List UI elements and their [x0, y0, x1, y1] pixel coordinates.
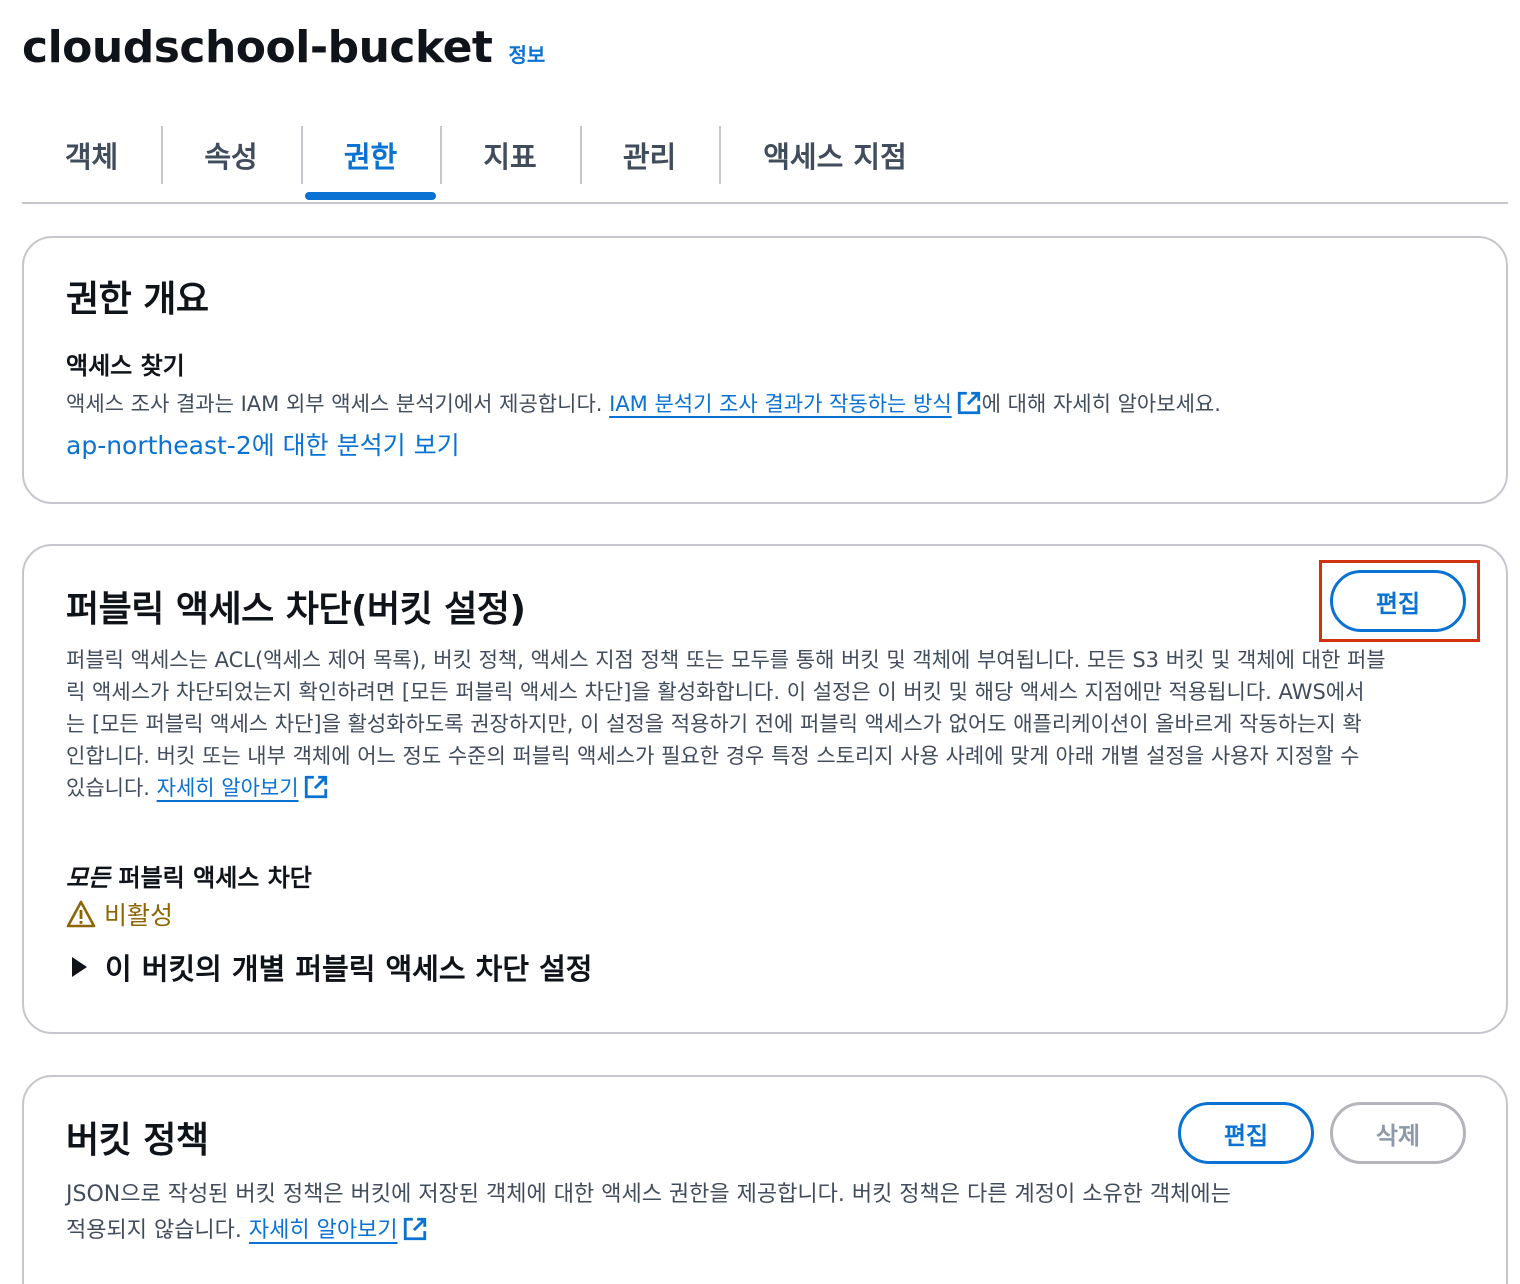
expander-label: 이 버킷의 개별 퍼블릭 액세스 차단 설정 — [105, 952, 593, 986]
caret-right-icon — [72, 957, 87, 977]
page-header: cloudschool-bucket 정보 — [22, 22, 545, 73]
find-access-text: 액세스 조사 결과는 IAM 외부 액세스 분석기에서 제공합니다. — [66, 392, 610, 416]
individual-settings-expander[interactable]: 이 버킷의 개별 퍼블릭 액세스 차단 설정 — [66, 946, 592, 988]
description-line-last: 적용되지 않습니다. 자세히 알아보기 — [66, 1213, 1231, 1249]
learn-more-link[interactable]: 자세히 알아보기 — [157, 776, 299, 800]
policy-delete-button[interactable]: 삭제 — [1330, 1102, 1466, 1164]
find-access-description: 액세스 조사 결과는 IAM 외부 액세스 분석기에서 제공합니다. IAM 분… — [66, 388, 1221, 420]
tab-objects[interactable]: 객체 — [22, 126, 161, 184]
tab-permissions[interactable]: 권한 — [301, 126, 440, 200]
tab-properties[interactable]: 속성 — [161, 126, 301, 184]
description-line-last: 있습니다. 자세히 알아보기 — [66, 772, 1386, 804]
description-line: 릭 액세스가 차단되었는지 확인하려면 [모든 퍼블릭 액세스 차단]을 활성화… — [66, 680, 1365, 704]
info-link[interactable]: 정보 — [508, 39, 545, 68]
block-public-access-description: 퍼블릭 액세스는 ACL(액세스 제어 목록), 버킷 정책, 액세스 지점 정… — [66, 644, 1386, 804]
page-title: cloudschool-bucket — [22, 22, 493, 73]
bucket-policy-description: JSON으로 작성된 버킷 정책은 버킷에 저장된 객체에 대한 액세스 권한을… — [66, 1177, 1231, 1249]
external-link-icon[interactable] — [303, 774, 329, 800]
find-access-title: 액세스 찾기 — [66, 352, 185, 380]
block-public-access-title: 퍼블릭 액세스 차단(버킷 설정) — [66, 589, 526, 630]
block-all-public-access-label: 모든 퍼블릭 액세스 차단 — [66, 858, 312, 893]
policy-learn-more-link[interactable]: 자세히 알아보기 — [249, 1218, 398, 1243]
block-all-rest: 퍼블릭 액세스 차단 — [110, 864, 312, 892]
description-line: JSON으로 작성된 버킷 정책은 버킷에 저장된 객체에 대한 액세스 권한을… — [66, 1182, 1231, 1207]
page: cloudschool-bucket 정보 객체 속성 권한 지표 관리 액세스… — [0, 0, 1520, 1284]
policy-edit-button[interactable]: 편집 — [1178, 1102, 1314, 1164]
warning-icon — [66, 900, 96, 928]
block-public-access-card: 퍼블릭 액세스 차단(버킷 설정) 편집 퍼블릭 액세스는 ACL(액세스 제어… — [22, 544, 1508, 1034]
bucket-policy-title: 버킷 정책 — [66, 1120, 209, 1161]
tab-management[interactable]: 관리 — [580, 126, 719, 184]
bucket-policy-card: 버킷 정책 편집 삭제 JSON으로 작성된 버킷 정책은 버킷에 저장된 객체… — [22, 1075, 1508, 1284]
tab-metrics[interactable]: 지표 — [440, 126, 580, 184]
status-text: 비활성 — [104, 901, 174, 930]
external-link-icon[interactable] — [956, 390, 982, 416]
tab-access-points[interactable]: 액세스 지점 — [719, 126, 951, 184]
description-line: 는 [모든 퍼블릭 액세스 차단]을 활성화하도록 권장하지만, 이 설정을 적… — [66, 712, 1362, 736]
iam-analyzer-link[interactable]: IAM 분석기 조사 결과가 작동하는 방식 — [609, 392, 952, 416]
find-access-text-end: 에 대해 자세히 알아보세요. — [981, 392, 1221, 416]
block-all-em: 모든 — [66, 864, 111, 892]
description-text: 있습니다. — [66, 776, 157, 800]
status-indicator: 비활성 — [66, 896, 173, 932]
description-line: 인합니다. 버킷 또는 내부 객체에 어느 정도 수준의 퍼블릭 액세스가 필요… — [66, 744, 1360, 768]
highlight-box — [1319, 560, 1480, 642]
external-link-icon[interactable] — [402, 1216, 428, 1242]
overview-title: 권한 개요 — [66, 279, 209, 320]
description-line: 퍼블릭 액세스는 ACL(액세스 제어 목록), 버킷 정책, 액세스 지점 정… — [66, 648, 1386, 672]
view-analyzer-link[interactable]: ap-northeast-2에 대한 분석기 보기 — [66, 426, 460, 462]
description-text: 적용되지 않습니다. — [66, 1218, 249, 1243]
permissions-overview-card: 권한 개요 액세스 찾기 액세스 조사 결과는 IAM 외부 액세스 분석기에서… — [22, 236, 1508, 504]
tab-bar: 객체 속성 권한 지표 관리 액세스 지점 — [22, 126, 1508, 204]
